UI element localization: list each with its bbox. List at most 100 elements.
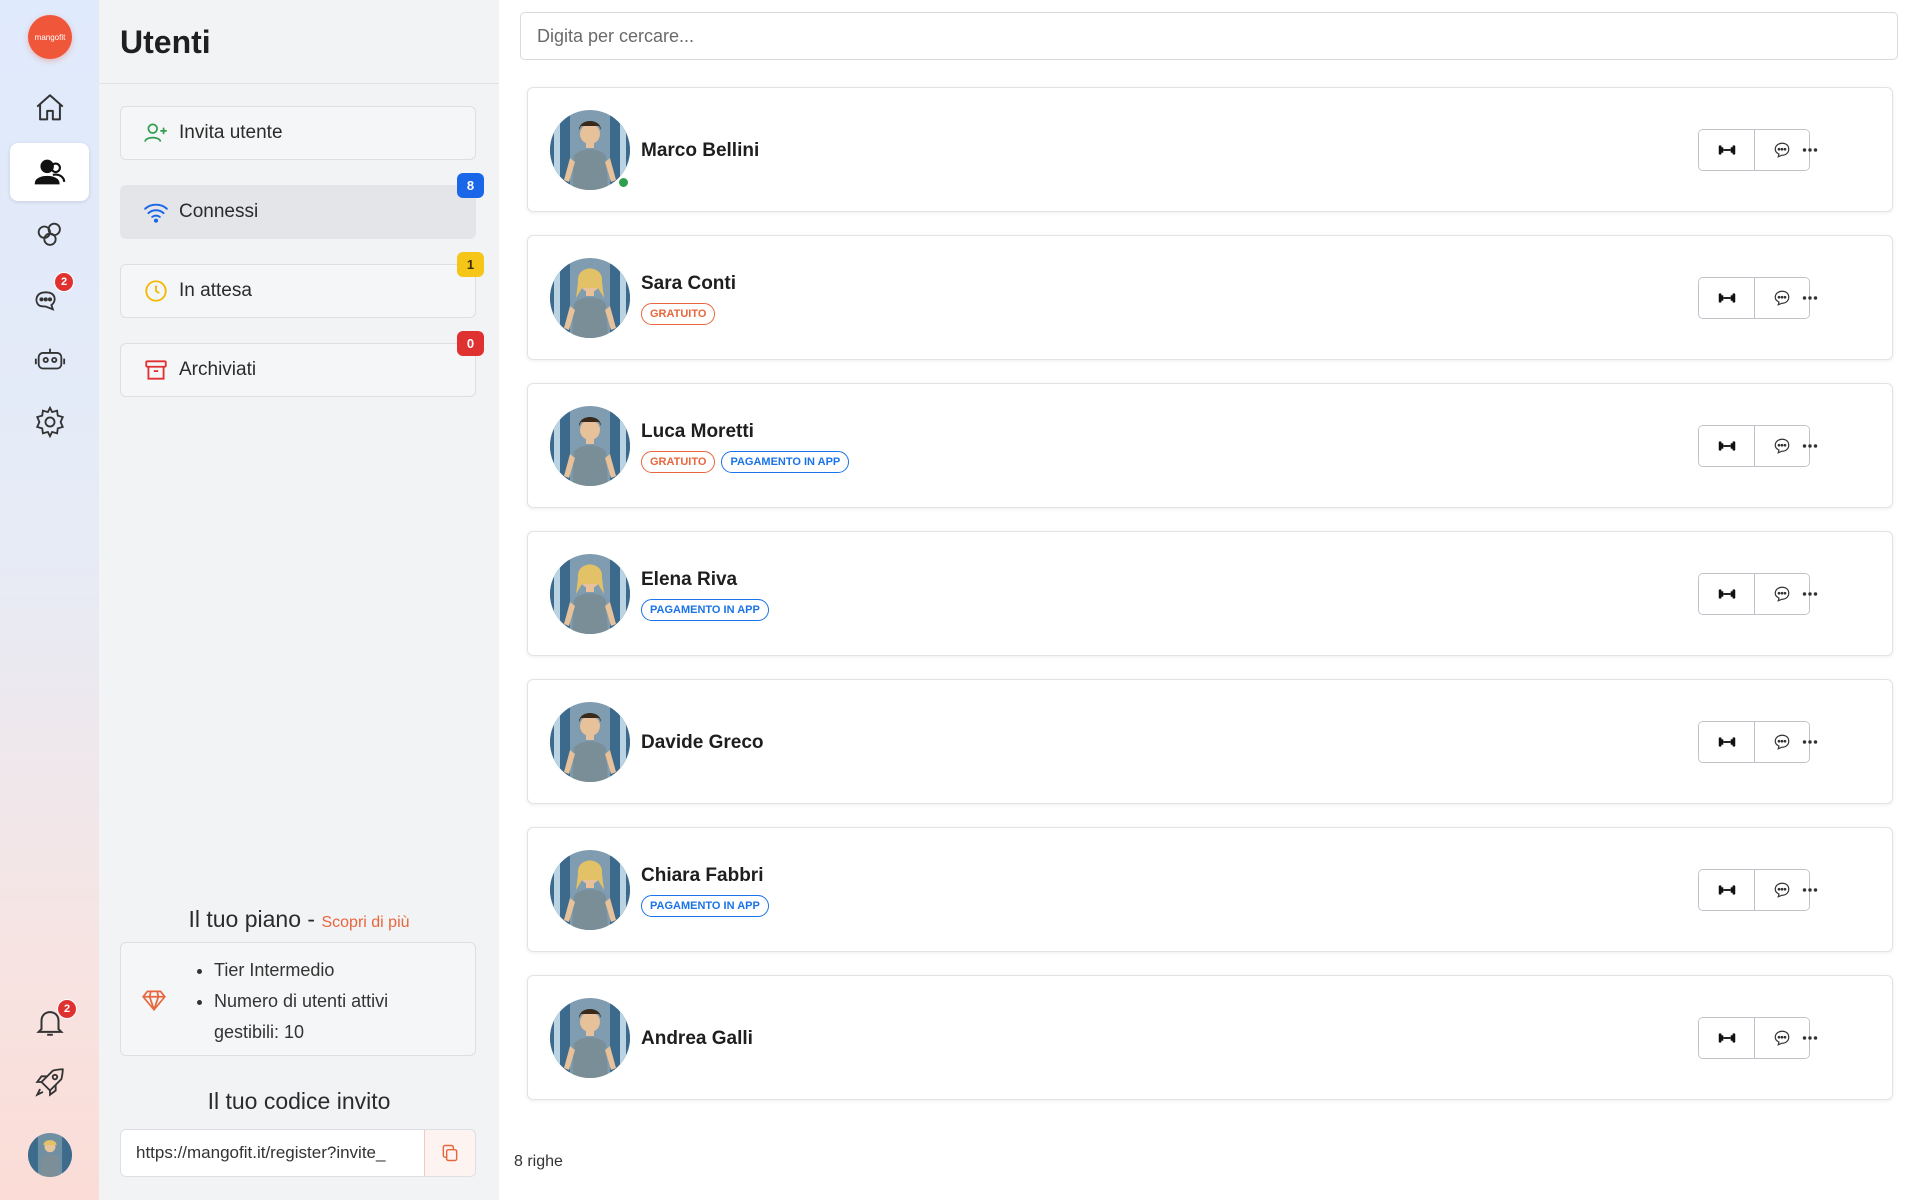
user-name[interactable]: Marco Bellini (641, 140, 759, 162)
user-info: Elena Riva PAGAMENTO IN APP (641, 532, 769, 657)
user-card[interactable]: Chiara Fabbri PAGAMENTO IN APP (527, 827, 1893, 952)
user-tags: PAGAMENTO IN APP (641, 598, 769, 621)
user-avatar[interactable] (550, 554, 630, 634)
invite-code-field (120, 1129, 476, 1177)
plan-title: Il tuo piano (188, 906, 302, 932)
more-options-button[interactable] (1788, 869, 1832, 911)
user-avatar[interactable] (550, 998, 630, 1078)
nav-archived[interactable]: Archiviati 0 (120, 331, 484, 397)
plan-heading: Il tuo piano - Scopri di più (99, 906, 499, 933)
assign-workout-button[interactable] (1699, 426, 1754, 466)
user-name[interactable]: Davide Greco (641, 732, 764, 754)
more-options-button[interactable] (1788, 721, 1832, 763)
nav-invite-user[interactable]: Invita utente (120, 106, 476, 160)
user-plus-icon (144, 123, 167, 142)
user-card[interactable]: Andrea Galli (527, 975, 1893, 1100)
dumbbell-group-icon (37, 222, 61, 246)
clock-icon (145, 280, 167, 302)
home-button[interactable] (10, 79, 89, 137)
search-input[interactable] (520, 12, 1898, 60)
gear-icon (35, 405, 64, 439)
avatar-image (550, 702, 630, 782)
more-options-button[interactable] (1788, 573, 1832, 615)
user-tag: GRATUITO (641, 450, 716, 473)
chat-button[interactable]: 2 (10, 269, 89, 327)
assign-workout-button[interactable] (1699, 574, 1754, 614)
user-name[interactable]: Elena Riva (641, 569, 769, 591)
copy-invite-button[interactable] (424, 1130, 475, 1176)
user-name[interactable]: Chiara Fabbri (641, 865, 769, 887)
user-card[interactable]: Sara Conti GRATUITO (527, 235, 1893, 360)
user-tags: PAGAMENTO IN APP (641, 894, 769, 917)
home-icon (36, 94, 63, 121)
more-options-button[interactable] (1788, 1017, 1832, 1059)
row-count: 8 righe (514, 1153, 563, 1170)
plan-feature: Tier Intermedio (214, 955, 454, 986)
assign-workout-button[interactable] (1699, 1018, 1754, 1058)
nav-connected[interactable]: Connessi 8 (120, 173, 484, 239)
dumbbell-icon (1718, 1033, 1735, 1043)
page-title: Utenti (120, 24, 211, 60)
user-card[interactable]: Elena Riva PAGAMENTO IN APP (527, 531, 1893, 656)
mangofit-logo[interactable]: mangofit (28, 15, 72, 59)
notification-badge: 2 (57, 999, 77, 1019)
user-name[interactable]: Luca Moretti (641, 421, 849, 443)
plan-card: Tier Intermedio Numero di utenti attivi … (120, 942, 476, 1056)
user-avatar[interactable] (550, 406, 630, 486)
assign-workout-button[interactable] (1699, 130, 1754, 170)
dumbbell-icon (1718, 441, 1735, 451)
workouts-button[interactable] (10, 206, 89, 264)
nav-connected-label: Connessi (179, 201, 259, 222)
assign-workout-button[interactable] (1699, 722, 1754, 762)
invite-url-input[interactable] (121, 1130, 424, 1176)
nav-archived-label: Archiviati (179, 359, 257, 380)
archive-icon (145, 360, 167, 380)
user-tag: GRATUITO (641, 302, 716, 325)
notifications-button[interactable]: 2 (10, 993, 89, 1051)
connected-count-badge: 8 (457, 173, 484, 198)
dumbbell-icon (1718, 737, 1735, 747)
dumbbell-icon (1718, 885, 1735, 895)
copy-icon (442, 1144, 458, 1162)
nav-pending[interactable]: In attesa 1 (120, 252, 484, 318)
user-avatar[interactable] (550, 850, 630, 930)
ellipsis-icon (1802, 1036, 1818, 1040)
plan-title-separator: - (307, 906, 316, 932)
plan-more-link[interactable]: Scopri di più (321, 914, 409, 931)
user-tag: PAGAMENTO IN APP (641, 894, 769, 917)
user-card[interactable]: Davide Greco (527, 679, 1893, 804)
pending-count-badge: 1 (457, 252, 484, 277)
user-avatar[interactable] (550, 258, 630, 338)
ellipsis-icon (1802, 148, 1818, 152)
nav-pending-label: In attesa (179, 280, 252, 301)
user-info: Marco Bellini (641, 88, 759, 213)
assign-workout-button[interactable] (1699, 278, 1754, 318)
user-info: Davide Greco (641, 680, 764, 805)
settings-button[interactable] (10, 393, 89, 451)
more-options-button[interactable] (1788, 425, 1832, 467)
ai-assistant-button[interactable] (10, 331, 89, 389)
ellipsis-icon (1802, 296, 1818, 300)
profile-avatar[interactable] (28, 1133, 72, 1177)
diamond-icon (142, 990, 166, 1011)
upgrade-button[interactable] (10, 1053, 89, 1111)
user-name[interactable]: Sara Conti (641, 273, 736, 295)
more-options-button[interactable] (1788, 129, 1832, 171)
users-list-area: Marco Bellini Sara Conti GRATUITO Luca More… (499, 0, 1920, 1200)
user-avatar[interactable] (550, 702, 630, 782)
user-card[interactable]: Marco Bellini (527, 87, 1893, 212)
user-tags: GRATUITO (641, 302, 736, 325)
plan-feature: Numero di utenti attivi gestibili: 10 (214, 986, 454, 1048)
users-button[interactable] (10, 143, 89, 201)
avatar-image (550, 406, 630, 486)
user-name[interactable]: Andrea Galli (641, 1028, 753, 1050)
assign-workout-button[interactable] (1699, 870, 1754, 910)
users-icon (34, 159, 65, 185)
avatar-image (550, 850, 630, 930)
online-indicator (617, 176, 630, 189)
avatar-image (550, 998, 630, 1078)
more-options-button[interactable] (1788, 277, 1832, 319)
user-card[interactable]: Luca Moretti GRATUITO PAGAMENTO IN APP (527, 383, 1893, 508)
nav-invite-user-label: Invita utente (179, 122, 283, 143)
avatar-image (28, 1133, 72, 1177)
